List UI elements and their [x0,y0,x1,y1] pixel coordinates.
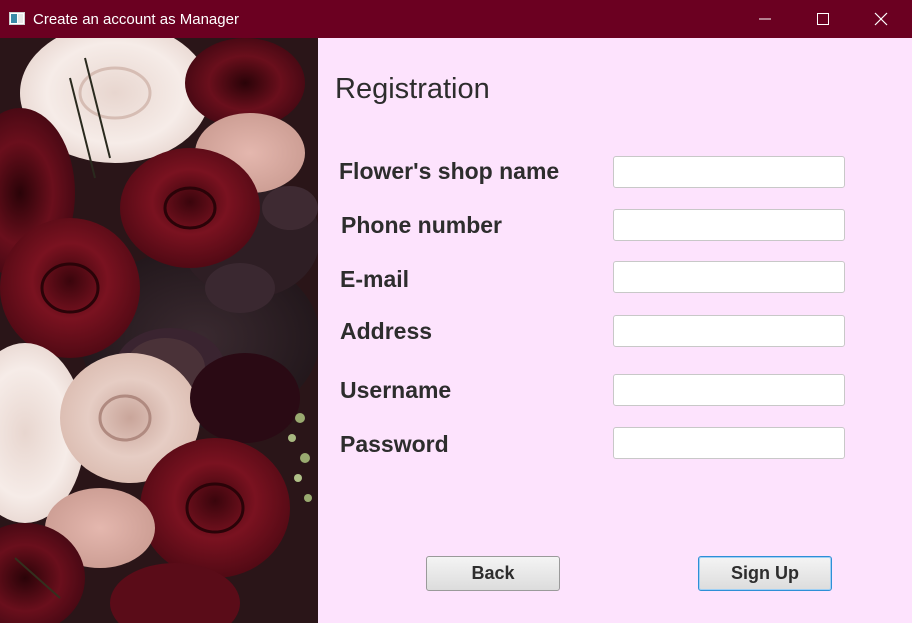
window-title: Create an account as Manager [33,11,239,28]
address-label: Address [340,318,433,344]
app-window-icon [9,12,25,25]
registration-window: Create an account as Manager Registratio… [0,0,912,623]
email-label: E-mail [340,266,410,292]
registration-heading: Registration [335,73,490,105]
phone-number-label: Phone number [341,212,503,238]
minimize-button[interactable] [737,0,795,38]
address-input[interactable] [613,315,845,347]
username-label: Username [340,377,452,403]
sign-up-button[interactable]: Sign Up [698,556,832,591]
shop-name-input[interactable] [613,156,845,188]
username-input[interactable] [613,374,845,406]
bouquet-photo [0,38,318,623]
password-label: Password [340,431,449,457]
maximize-icon [817,13,829,25]
password-input[interactable] [613,427,845,459]
email-input[interactable] [613,261,845,293]
back-button[interactable]: Back [426,556,560,591]
phone-number-input[interactable] [613,209,845,241]
close-icon [874,12,888,26]
close-button[interactable] [853,0,911,38]
maximize-button[interactable] [795,0,853,38]
shop-name-label: Flower's shop name [339,158,560,184]
title-bar: Create an account as Manager [0,0,912,38]
minimize-icon [759,18,771,20]
